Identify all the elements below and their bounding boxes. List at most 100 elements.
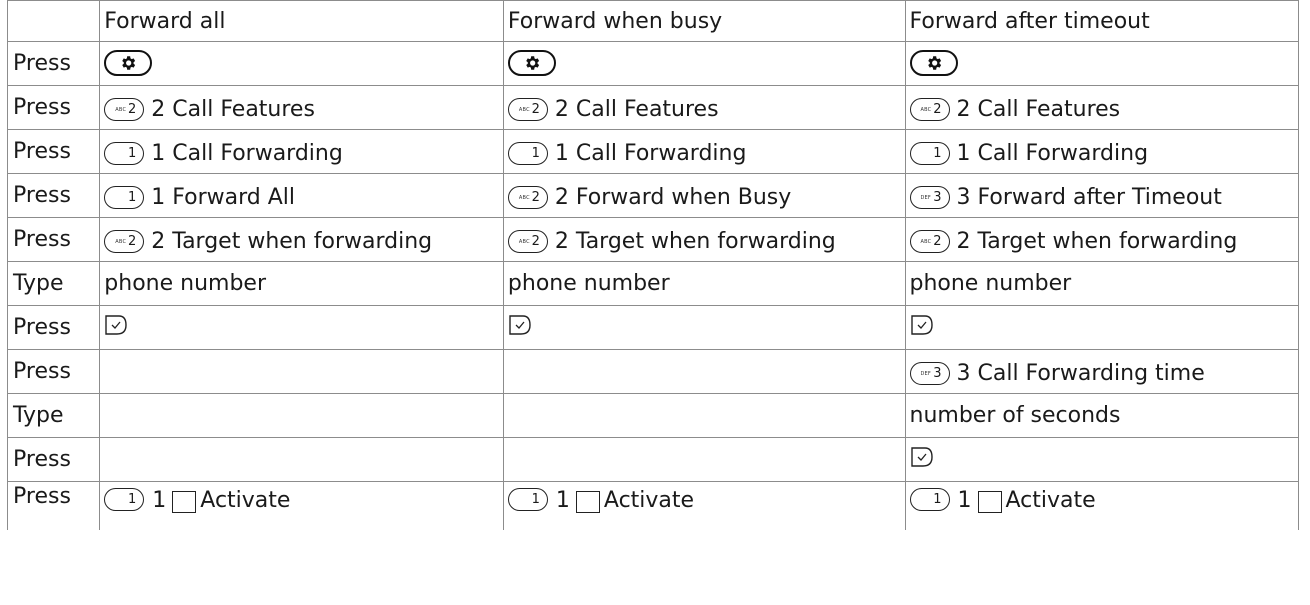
step-label: 1 Forward All [151, 184, 296, 210]
step-cell: ABC 2 2 Call Features [502, 85, 906, 130]
step-cell-empty [502, 437, 906, 482]
step-cell [502, 41, 906, 86]
step-cell: ABC 2 2 Target when forwarding [502, 217, 906, 262]
step-cell [904, 305, 1299, 350]
step-cell [99, 41, 504, 86]
keypad-2-icon: ABC 2 [507, 229, 548, 253]
step-cell-empty [99, 437, 504, 482]
table-row: Press [6, 437, 1299, 482]
header-forward-after-timeout: Forward after timeout [904, 0, 1299, 42]
option-number: 1 [152, 488, 167, 513]
keypad-1-icon: 1 [909, 141, 950, 165]
step-cell: ABC 2 2 Target when forwarding [99, 217, 504, 262]
header-row: Forward all Forward when busy Forward af… [6, 0, 1299, 42]
keypad-3-icon: DEF 3 [909, 361, 950, 385]
step-cell: 1 1 Call Forwarding [99, 129, 504, 174]
step-cell: ABC 2 2 Call Features [904, 85, 1299, 130]
keypad-2-icon: ABC 2 [909, 97, 950, 121]
step-label: 2 Target when forwarding [151, 228, 433, 254]
step-cell-empty [502, 393, 906, 438]
keypad-2-icon: ABC 2 [507, 97, 548, 121]
row-action: Type [6, 261, 101, 306]
keypad-1-icon: 1 [104, 488, 145, 511]
step-cell [502, 305, 906, 350]
table-row: Press [6, 41, 1299, 86]
row-action: Press [6, 217, 101, 262]
ok-check-icon [910, 446, 934, 468]
step-label: 3 Forward after Timeout [956, 184, 1222, 210]
step-label: 2 Target when forwarding [554, 228, 836, 254]
step-label: 2 Forward when Busy [554, 184, 792, 210]
settings-key-icon [909, 49, 958, 76]
ok-check-icon [104, 314, 128, 336]
header-cell-empty [6, 0, 101, 42]
step-cell: phone number [99, 261, 504, 306]
row-action: Press [6, 481, 101, 530]
keypad-1-icon: 1 [507, 488, 548, 511]
step-label: Activate [1005, 488, 1096, 513]
row-action: Press [6, 349, 101, 394]
step-cell-empty [99, 393, 504, 438]
option-number: 1 [555, 488, 570, 513]
header-forward-when-busy: Forward when busy [502, 0, 906, 42]
keypad-2-icon: ABC 2 [909, 229, 950, 253]
activate-checkbox [977, 491, 1002, 513]
step-cell: 1 1 Activate [904, 481, 1299, 530]
table-row: Type phone number phone number phone num… [6, 261, 1299, 306]
option-number: 1 [957, 488, 972, 513]
ok-check-icon [910, 314, 934, 336]
header-forward-all: Forward all [99, 0, 504, 42]
step-label: 2 Call Features [956, 96, 1121, 122]
table-row: Press 1 1 Activate 1 1 Activate 1 1 Acti… [6, 481, 1299, 530]
table-row: Press 1 1 Call Forwarding 1 1 Call Forwa… [6, 129, 1299, 174]
table-row: Press [6, 305, 1299, 350]
step-cell: 1 1 Forward All [99, 173, 504, 218]
step-cell: phone number [502, 261, 906, 306]
step-cell: ABC 2 2 Target when forwarding [904, 217, 1299, 262]
step-label: 2 Target when forwarding [956, 228, 1238, 254]
step-cell: DEF 3 3 Forward after Timeout [904, 173, 1299, 218]
keypad-1-icon: 1 [507, 141, 548, 165]
step-cell: 1 1 Activate [99, 481, 504, 530]
step-label: 1 Call Forwarding [554, 140, 747, 166]
call-forwarding-table: Forward all Forward when busy Forward af… [6, 0, 1299, 530]
step-cell [904, 437, 1299, 482]
activate-checkbox [172, 491, 197, 513]
row-action: Press [6, 305, 101, 350]
row-action: Press [6, 41, 101, 86]
keypad-3-icon: DEF 3 [909, 185, 950, 209]
row-action: Press [6, 129, 101, 174]
step-label: Activate [603, 488, 695, 513]
table-row: Type number of seconds [6, 393, 1299, 438]
step-cell: ABC 2 2 Forward when Busy [502, 173, 906, 218]
table-row: Press ABC 2 2 Target when forwarding ABC 2… [6, 217, 1299, 262]
step-cell: phone number [904, 261, 1299, 306]
settings-key-icon [104, 49, 153, 76]
row-action: Press [6, 173, 101, 218]
step-cell: 1 1 Activate [502, 481, 906, 530]
keypad-2-icon: ABC 2 [507, 185, 548, 209]
row-action: Press [6, 437, 101, 482]
keypad-1-icon: 1 [909, 488, 950, 511]
step-label: 1 Call Forwarding [151, 140, 343, 166]
table-row: Press 1 1 Forward All ABC 2 2 Forward whe… [6, 173, 1299, 218]
step-cell: 1 1 Call Forwarding [904, 129, 1299, 174]
ok-check-icon [508, 314, 532, 336]
row-action: Type [6, 393, 101, 438]
step-cell [99, 305, 504, 350]
step-label: 2 Call Features [554, 96, 719, 122]
step-cell: number of seconds [904, 393, 1299, 438]
keypad-1-icon: 1 [104, 141, 145, 165]
step-label: 1 Call Forwarding [956, 140, 1149, 166]
step-cell-empty [502, 349, 906, 394]
step-label: Activate [200, 488, 291, 513]
step-cell: 1 1 Call Forwarding [502, 129, 906, 174]
step-label: 2 Call Features [151, 96, 315, 122]
step-cell: DEF 3 3 Call Forwarding time [904, 349, 1299, 394]
keypad-2-icon: ABC 2 [104, 97, 145, 121]
step-cell [904, 41, 1299, 86]
keypad-2-icon: ABC 2 [104, 229, 145, 253]
step-cell-empty [99, 349, 504, 394]
keypad-1-icon: 1 [104, 185, 145, 209]
step-cell: ABC 2 2 Call Features [99, 85, 504, 130]
